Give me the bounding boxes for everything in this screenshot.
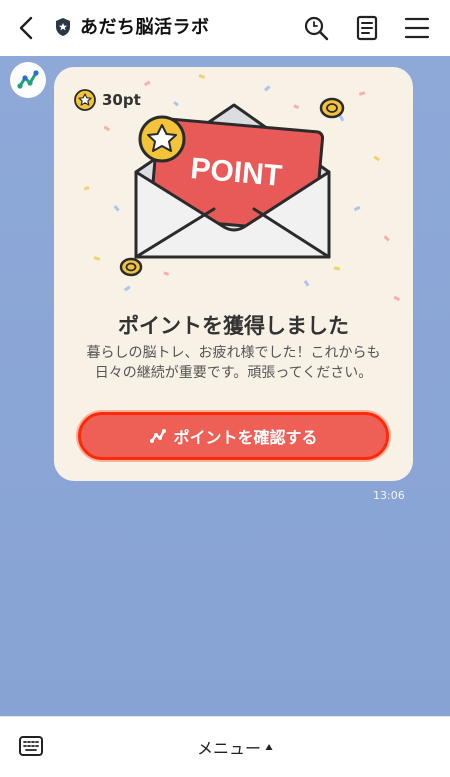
notes-icon[interactable]	[353, 14, 381, 42]
menu-label: メニュー	[196, 739, 261, 758]
star-badge-icon	[138, 115, 186, 163]
brain-lab-logo-icon	[150, 429, 167, 443]
message-timestamp: 13:06	[373, 489, 405, 502]
shield-icon	[56, 18, 70, 36]
coin-icon	[319, 97, 345, 119]
coin-icon	[119, 257, 143, 277]
point-message-card[interactable]: POINT 30pt ポイントを獲得しました 暮らしの脳トレ、お疲れ様でした！こ…	[54, 67, 413, 481]
caret-up-icon	[265, 744, 273, 750]
points-badge: 30pt	[74, 89, 141, 111]
chevron-left-icon[interactable]	[14, 14, 40, 42]
hamburger-icon[interactable]	[403, 14, 431, 42]
star-coin-icon	[74, 89, 96, 111]
brain-lab-logo-icon	[17, 70, 39, 89]
check-points-button[interactable]: ポイントを確認する	[78, 412, 389, 460]
search-icon[interactable]	[302, 14, 330, 42]
bot-avatar[interactable]	[10, 62, 46, 98]
chat-header: あだち脳活ラボ	[0, 0, 450, 56]
keyboard-icon[interactable]	[18, 734, 44, 758]
bottom-bar: メニュー	[0, 716, 450, 777]
card-title: ポイントを獲得しました	[118, 314, 349, 338]
check-points-button-label: ポイントを確認する	[173, 428, 318, 447]
rich-menu-toggle[interactable]: メニュー	[180, 735, 290, 759]
chat-title: あだち脳活ラボ	[80, 17, 210, 38]
points-value: 30pt	[102, 91, 141, 109]
card-message: 暮らしの脳トレ、お疲れ様でした！これからも日々の継続が重要です。頑張ってください…	[86, 345, 381, 381]
